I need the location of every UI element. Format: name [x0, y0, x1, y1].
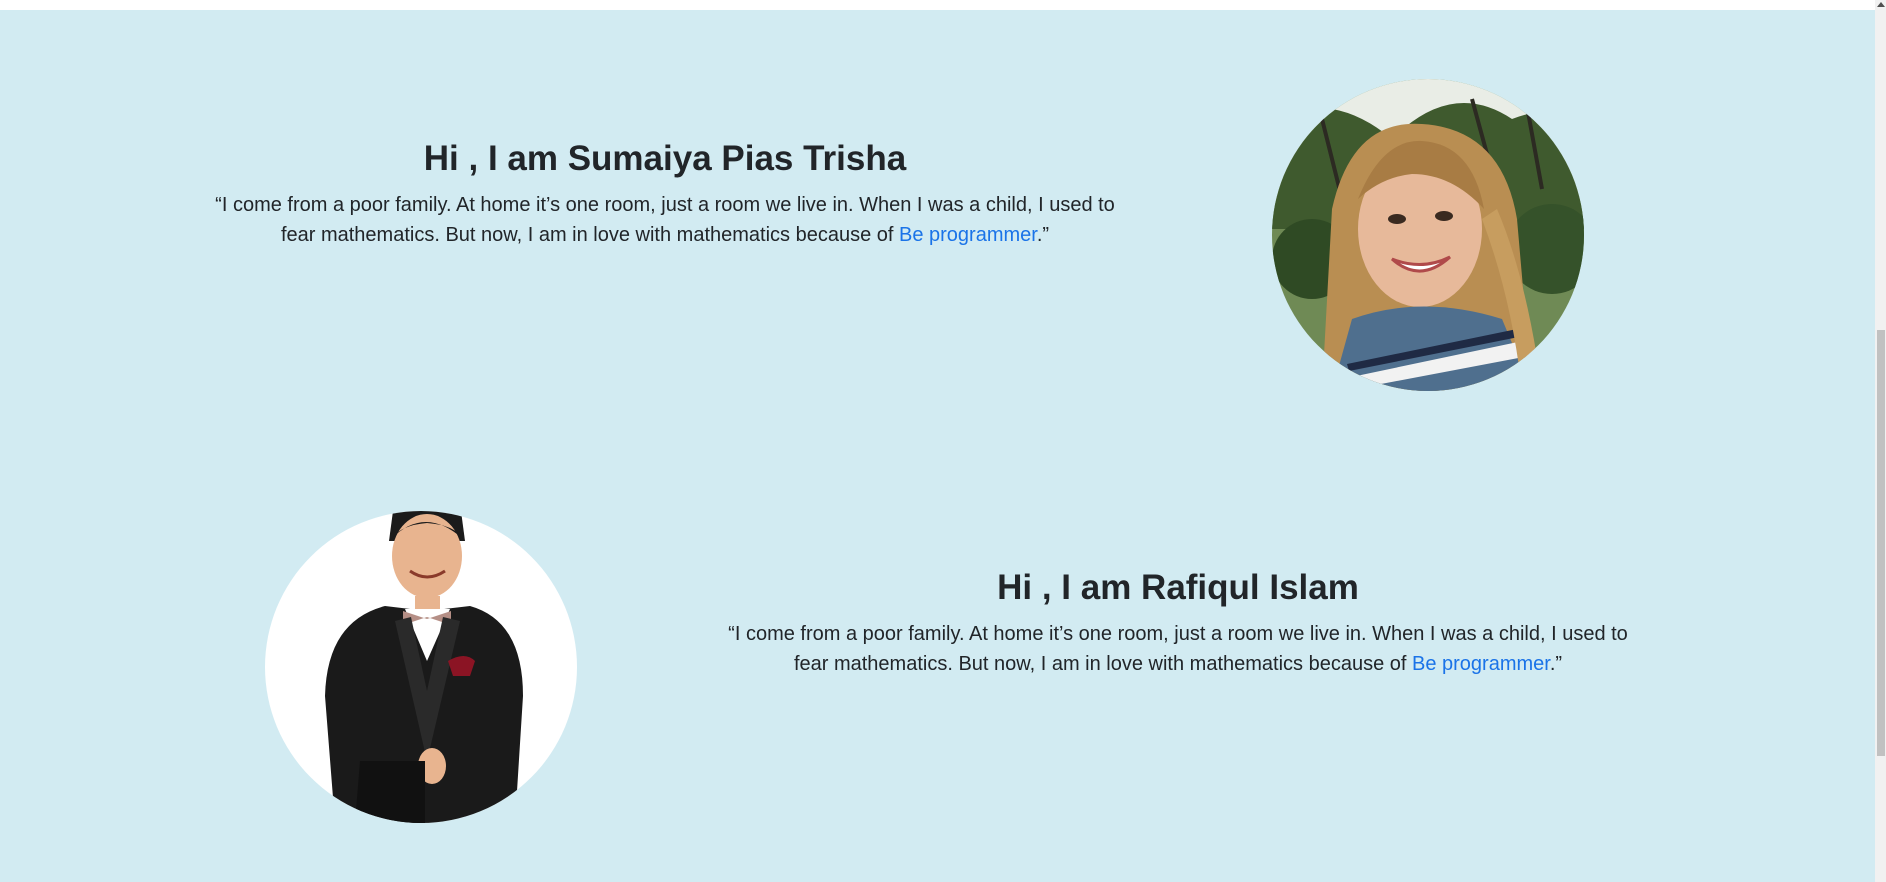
quote-end: .” — [1036, 224, 1050, 246]
scroll-up-arrow-icon[interactable] — [1877, 2, 1885, 7]
be-programmer-link[interactable]: Be programmer — [1412, 653, 1550, 675]
testimonial-quote-2: “I come from a poor family. At home it’s… — [728, 619, 1628, 679]
scrollbar-thumb[interactable] — [1877, 330, 1885, 756]
avatar-rafiqul — [265, 511, 577, 823]
testimonial-card-1: Hi , I am Sumaiya Pias Trisha “I come fr… — [0, 10, 1875, 430]
be-programmer-link[interactable]: Be programmer — [899, 224, 1037, 246]
testimonials-section: Hi , I am Sumaiya Pias Trisha “I come fr… — [0, 10, 1875, 882]
avatar-sumaiya — [1272, 79, 1584, 391]
testimonial-heading-2: Hi , I am Rafiqul Islam — [997, 568, 1359, 607]
testimonial-text-2: Hi , I am Rafiqul Islam “I come from a p… — [728, 567, 1628, 679]
vertical-scrollbar[interactable] — [1875, 0, 1886, 882]
portrait-boy-icon — [265, 511, 577, 823]
portrait-girl-icon — [1272, 79, 1584, 391]
testimonial-card-2: Hi , I am Rafiqul Islam “I come from a p… — [0, 430, 1875, 882]
testimonial-quote-1: “I come from a poor family. At home it’s… — [215, 190, 1115, 250]
testimonial-text-1: Hi , I am Sumaiya Pias Trisha “I come fr… — [215, 138, 1115, 250]
testimonial-heading-1: Hi , I am Sumaiya Pias Trisha — [423, 139, 907, 178]
quote-end: .” — [1549, 653, 1563, 675]
page-top-strip — [0, 0, 1875, 10]
